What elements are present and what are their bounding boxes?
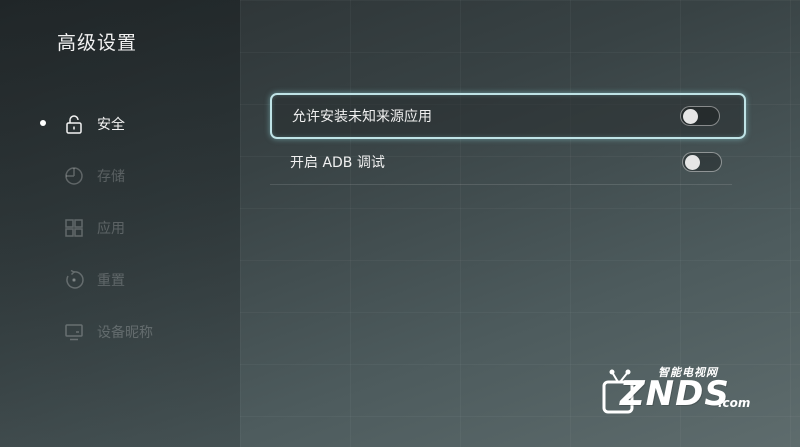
sidebar-item-label: 设备昵称 [97,325,153,341]
sidebar-item-label: 存储 [97,169,125,185]
storage-icon [64,166,84,186]
sidebar-item-device-name[interactable]: 设备昵称 [0,306,240,358]
sidebar-item-label: 重置 [97,273,125,289]
sidebar: 高级设置 安全 存储 应用 重置 设备昵称 [0,0,240,447]
toggle-knob [685,154,700,170]
sidebar-item-apps[interactable]: 应用 [0,202,240,254]
sidebar-item-label: 安全 [97,117,125,133]
sidebar-item-label: 应用 [97,221,125,237]
sidebar-item-security[interactable]: 安全 [0,98,240,150]
setting-label: 允许安装未知来源应用 [292,109,432,125]
setting-label: 开启 ADB 调试 [290,154,385,171]
setting-unknown-sources[interactable]: 允许安装未知来源应用 [270,93,746,139]
apps-grid-icon [64,218,84,238]
adb-debug-toggle[interactable] [682,151,722,172]
setting-adb-debug[interactable]: 开启 ADB 调试 [270,139,732,185]
page-title: 高级设置 [57,32,138,54]
watermark-suffix: .com [718,396,751,410]
reset-icon [64,270,84,290]
active-indicator [40,120,46,126]
watermark-logo: 智能电视网 ZNDS .com [598,362,768,422]
settings-list: 允许安装未知来源应用 开启 ADB 调试 [270,93,746,185]
toggle-knob [683,109,698,124]
watermark-main-text: ZNDS [620,374,730,414]
sidebar-nav: 安全 存储 应用 重置 设备昵称 [0,98,240,358]
sidebar-item-reset[interactable]: 重置 [0,254,240,306]
unlock-icon [64,114,84,134]
unknown-sources-toggle[interactable] [680,106,720,126]
sidebar-item-storage[interactable]: 存储 [0,150,240,202]
monitor-icon [64,322,84,342]
